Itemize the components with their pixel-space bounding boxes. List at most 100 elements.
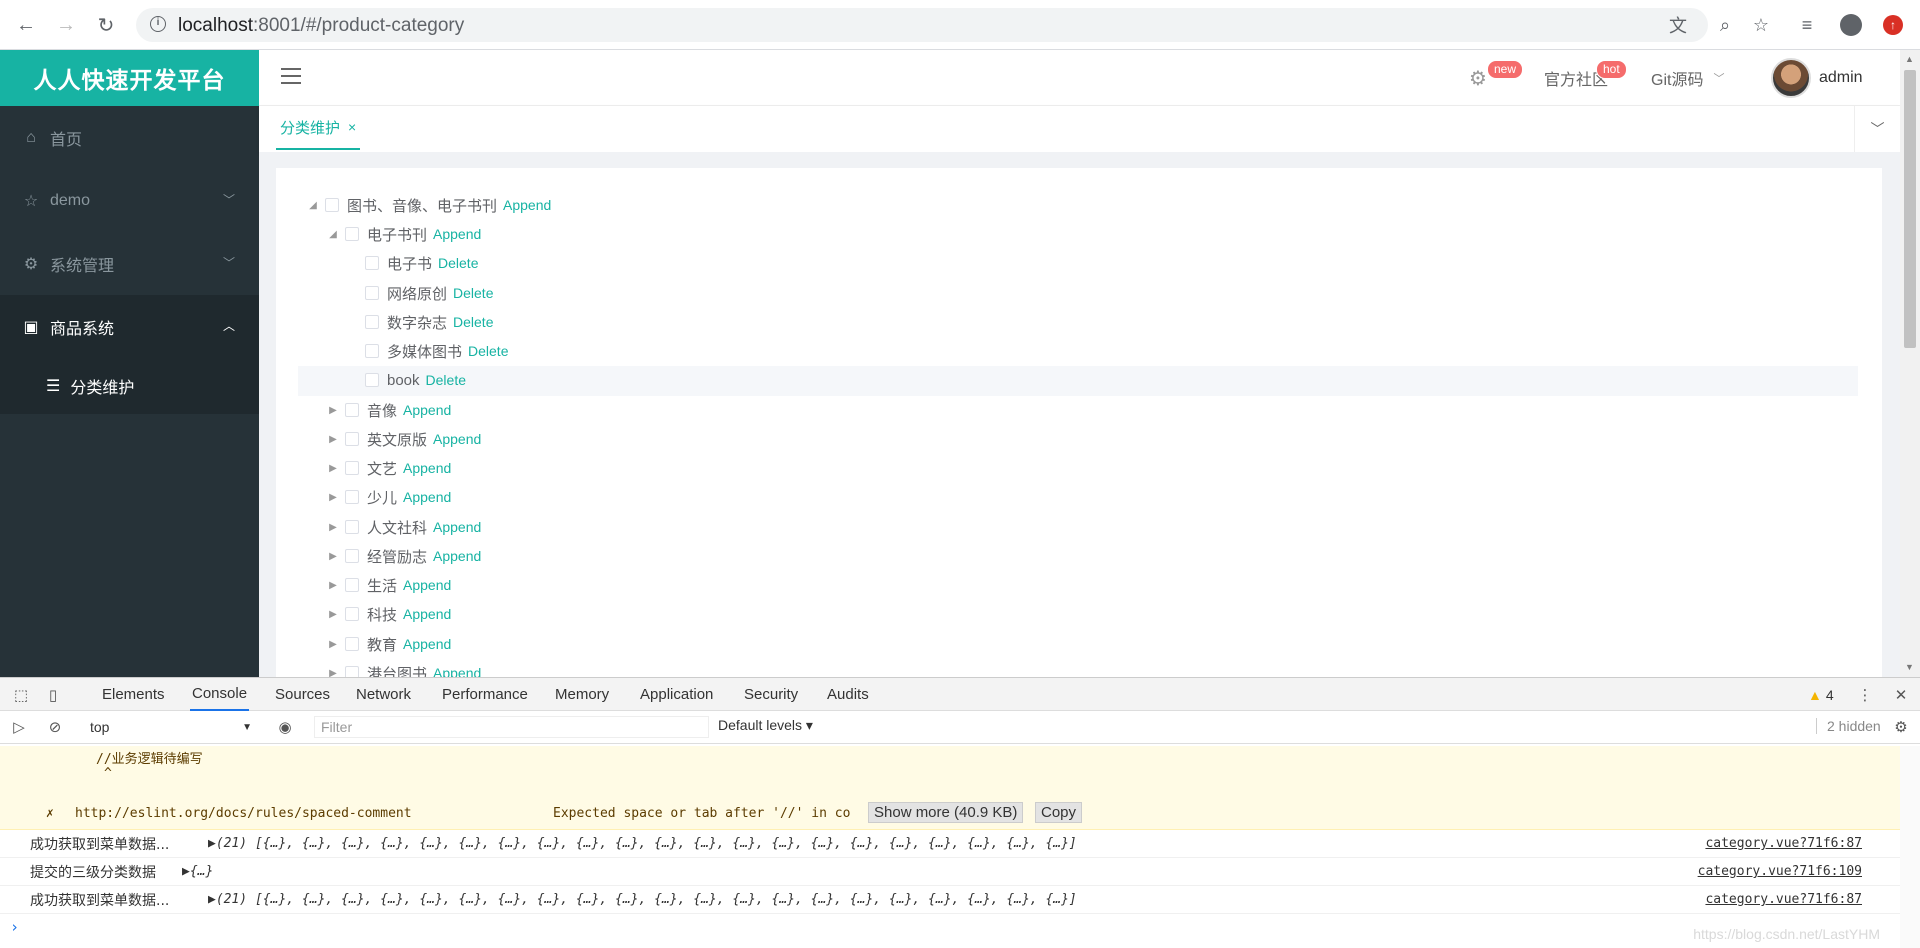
warn-url[interactable]: http://eslint.org/docs/rules/spaced-comm… [75, 806, 412, 821]
account-icon[interactable] [1838, 12, 1864, 38]
translate-icon[interactable]: 文 [1667, 14, 1689, 36]
caret-right-icon[interactable]: ▶ [325, 492, 341, 503]
tab-audits[interactable]: Audits [825, 678, 871, 711]
log-source-link[interactable]: category.vue?71f6:87 [1705, 836, 1862, 851]
more-options-icon[interactable]: ⋮ [1854, 684, 1876, 706]
delete-button[interactable]: Delete [453, 314, 493, 330]
filter-input[interactable]: Filter [314, 716, 709, 738]
levels-dropdown[interactable]: Default levels ▾ [718, 717, 813, 734]
delete-button[interactable]: Delete [438, 255, 478, 271]
tab-performance[interactable]: Performance [440, 678, 530, 711]
tree-node-leaf[interactable]: 网络原创 Delete [361, 279, 493, 307]
tree-checkbox[interactable] [345, 578, 359, 592]
tree-checkbox[interactable] [365, 286, 379, 300]
append-button[interactable]: Append [403, 606, 451, 622]
log-source-link[interactable]: category.vue?71f6:109 [1698, 864, 1862, 879]
tree-node-category[interactable]: ▶ 生活 Append [325, 571, 451, 599]
address-bar[interactable]: i localhost:8001/#/product-category 文 [136, 8, 1708, 42]
device-toggle-icon[interactable]: ▯ [42, 684, 64, 706]
delete-button[interactable]: Delete [468, 343, 508, 359]
scroll-down-icon[interactable]: ▼ [1905, 662, 1914, 672]
tree-checkbox[interactable] [345, 520, 359, 534]
copy-button[interactable]: Copy [1035, 802, 1083, 823]
caret-right-icon[interactable]: ▶ [325, 434, 341, 445]
append-button[interactable]: Append [403, 460, 451, 476]
append-button[interactable]: Append [433, 431, 481, 447]
append-button[interactable]: Append [403, 402, 451, 418]
page-scrollbar[interactable]: ▲ ▼ [1900, 50, 1920, 677]
media-icon[interactable]: ≡ [1794, 12, 1820, 38]
append-button[interactable]: Append [433, 226, 481, 242]
caret-right-icon[interactable]: ▶ [325, 609, 341, 620]
tree-node-category[interactable]: ▶ 少儿 Append [325, 483, 451, 511]
caret-right-icon[interactable]: ▶ [325, 405, 341, 416]
tree-checkbox[interactable] [365, 256, 379, 270]
tab-category[interactable]: 分类维护 × [276, 106, 361, 150]
sidebar-subitem-category[interactable]: ☰ 分类维护 [0, 358, 259, 414]
update-icon[interactable]: ↑ [1880, 12, 1906, 38]
clear-console-icon[interactable]: ⊘ [44, 716, 66, 738]
delete-button[interactable]: Delete [426, 372, 466, 388]
tree-node-leaf[interactable]: 电子书 Delete [361, 249, 478, 277]
log-object[interactable]: ▶(21) [{…}, {…}, {…}, {…}, {…}, {…}, {…}… [208, 892, 1077, 907]
caret-right-icon[interactable]: ▶ [325, 522, 341, 533]
sidebar-item-system[interactable]: ⚙ 系统管理 ﹀ [0, 232, 259, 295]
community-link[interactable]: 官方社区 [1544, 50, 1608, 106]
forward-icon[interactable]: → [52, 11, 80, 39]
append-button[interactable]: Append [403, 636, 451, 652]
tab-sources[interactable]: Sources [273, 678, 332, 711]
log-object[interactable]: ▶(21) [{…}, {…}, {…}, {…}, {…}, {…}, {…}… [208, 836, 1077, 851]
append-button[interactable]: Append [433, 519, 481, 535]
tree-checkbox[interactable] [345, 666, 359, 677]
reload-icon[interactable]: ↻ [92, 11, 120, 39]
close-icon[interactable]: ✕ [1890, 684, 1912, 706]
tree-checkbox[interactable] [345, 607, 359, 621]
settings-icon[interactable]: ⚙ [1890, 716, 1912, 738]
warning-count[interactable]: ▲ 4 [1806, 678, 1836, 711]
zoom-icon[interactable]: ⌕ [1712, 12, 1738, 38]
scroll-up-icon[interactable]: ▲ [1905, 54, 1914, 64]
tree-node-root[interactable]: ◢ 图书、音像、电子书刊 Append [305, 191, 551, 219]
menu-toggle-icon[interactable] [281, 68, 301, 86]
tree-node-category[interactable]: ▶ 文艺 Append [325, 454, 451, 482]
caret-right-icon[interactable]: ▶ [325, 639, 341, 650]
console-prompt[interactable]: › [10, 918, 19, 936]
tree-checkbox[interactable] [345, 403, 359, 417]
append-button[interactable]: Append [503, 197, 551, 213]
tab-application[interactable]: Application [638, 678, 715, 711]
console-scrollbar[interactable] [1900, 746, 1920, 948]
append-button[interactable]: Append [433, 665, 481, 677]
delete-button[interactable]: Delete [453, 285, 493, 301]
tree-checkbox[interactable] [345, 549, 359, 563]
tree-checkbox[interactable] [365, 315, 379, 329]
append-button[interactable]: Append [403, 489, 451, 505]
tree-node-category[interactable]: ▶ 音像 Append [325, 396, 451, 424]
caret-right-icon[interactable]: ▶ [325, 580, 341, 591]
caret-down-icon[interactable]: ◢ [305, 200, 321, 211]
tab-network[interactable]: Network [354, 678, 413, 711]
append-button[interactable]: Append [433, 548, 481, 564]
user-menu[interactable]: admin [1771, 50, 1863, 106]
tree-node-category[interactable]: ▶ 港台图书 Append [325, 659, 481, 677]
info-icon[interactable]: i [150, 16, 166, 32]
tree-node-category[interactable]: ▶ 科技 Append [325, 600, 451, 628]
settings-nav[interactable]: ⚙ [1469, 50, 1487, 106]
tab-console[interactable]: Console [190, 678, 250, 711]
tab-security[interactable]: Security [742, 678, 800, 711]
sidebar-item-home[interactable]: ⌂ 首页 [0, 106, 259, 169]
show-more-button[interactable]: Show more (40.9 KB) [868, 802, 1024, 823]
tree-node-category[interactable]: ▶ 经管励志 Append [325, 542, 481, 570]
log-object[interactable]: ▶{…} [182, 864, 213, 879]
tree-node-leaf[interactable]: 多媒体图书 Delete [361, 337, 508, 365]
tree-checkbox[interactable] [345, 432, 359, 446]
scrollbar-thumb[interactable] [1904, 70, 1916, 348]
eye-icon[interactable]: ◉ [274, 716, 296, 738]
context-select[interactable]: top ▼ [80, 716, 256, 738]
sidebar-toggle-icon[interactable]: ▷ [8, 716, 30, 738]
caret-right-icon[interactable]: ▶ [325, 668, 341, 678]
close-icon[interactable]: × [348, 119, 356, 135]
append-button[interactable]: Append [403, 577, 451, 593]
caret-down-icon[interactable]: ◢ [325, 229, 341, 240]
tree-node-leaf[interactable]: book Delete [361, 366, 466, 394]
brand-logo[interactable]: 人人快速开发平台 [0, 50, 259, 106]
